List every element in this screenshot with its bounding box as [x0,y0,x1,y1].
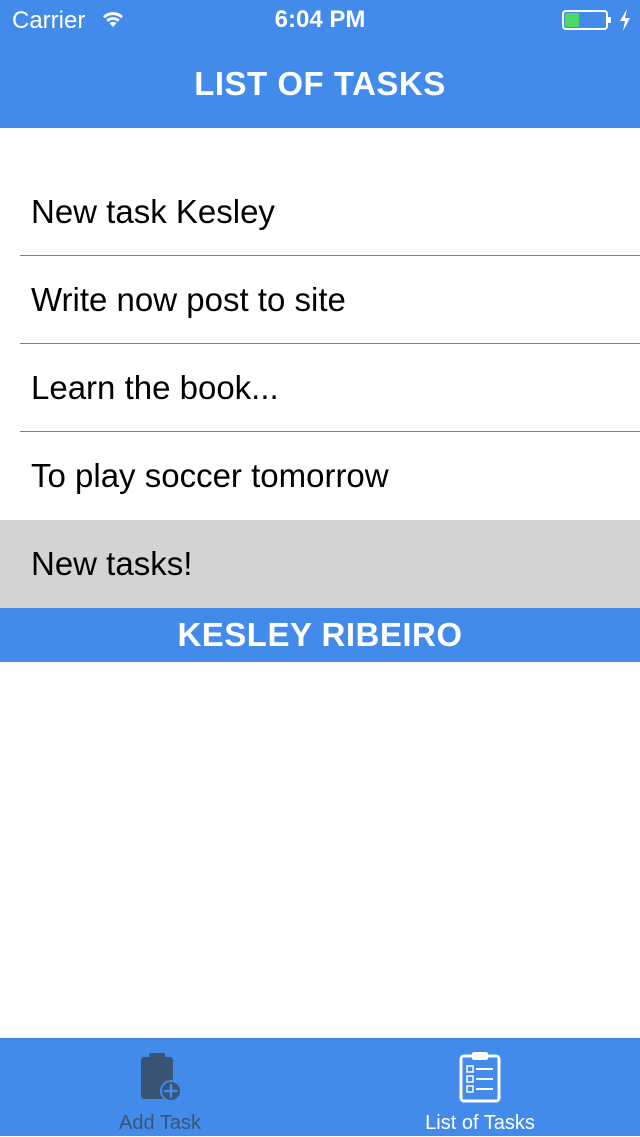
clipboard-list-icon [459,1052,501,1103]
author-banner: KESLEY RIBEIRO [0,608,640,662]
task-label: New task Kesley [31,193,275,230]
tab-label: Add Task [119,1112,201,1134]
task-label: Learn the book... [31,369,279,406]
task-row-selected[interactable]: New tasks! [0,520,640,608]
task-row[interactable]: To play soccer tomorrow [0,432,640,520]
navigation-header: Carrier 6:04 PM LIST OF TASKS [0,0,640,128]
tab-bar: Add Task List of Tasks [0,1038,640,1136]
status-bar: Carrier 6:04 PM [0,0,640,40]
task-list: New task Kesley Write now post to site L… [0,168,640,608]
task-label: To play soccer tomorrow [31,457,389,494]
battery-icon [562,10,611,30]
task-row[interactable]: Learn the book... [0,344,640,432]
page-title: LIST OF TASKS [194,65,446,102]
status-time: 6:04 PM [274,6,366,33]
charging-bolt-icon [620,9,630,31]
tab-list-of-tasks[interactable]: List of Tasks [320,1039,640,1137]
clipboard-add-icon [141,1053,182,1102]
tab-add-task[interactable]: Add Task [0,1039,320,1137]
task-label: New tasks! [31,545,193,582]
tab-label: List of Tasks [425,1112,535,1134]
task-row[interactable]: Write now post to site [0,256,640,344]
task-row[interactable]: New task Kesley [0,168,640,256]
task-label: Write now post to site [31,281,346,318]
